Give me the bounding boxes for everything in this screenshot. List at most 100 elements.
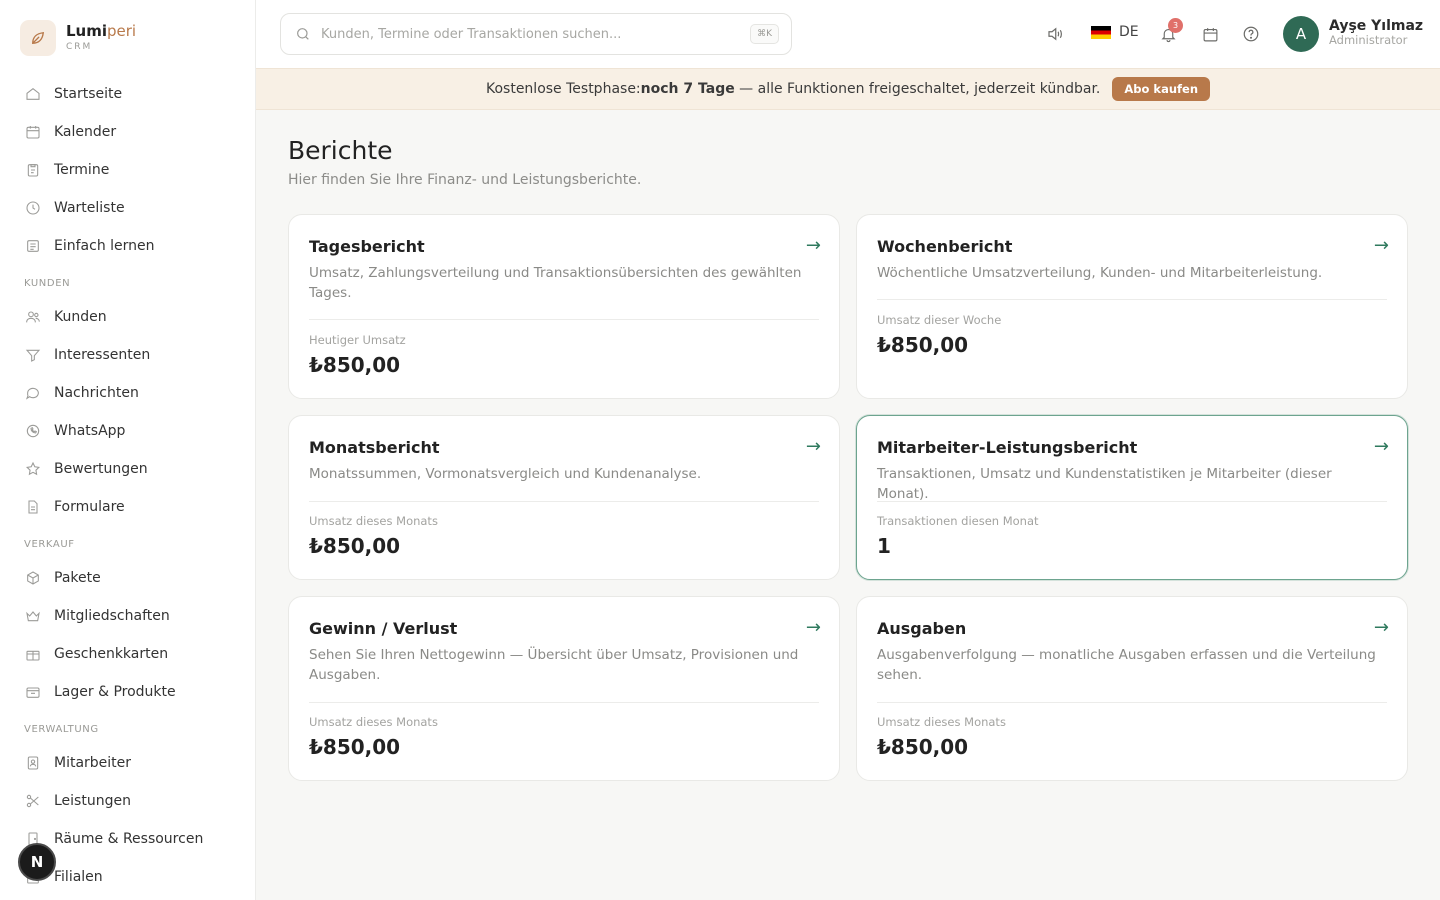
card-divider xyxy=(877,501,1387,502)
sidebar-item-bewertungen[interactable]: Bewertungen xyxy=(0,450,255,488)
card-metric-label: Umsatz dieser Woche xyxy=(877,313,1002,327)
sidebar: Lumiperi CRM Startseite Kalender Termine… xyxy=(0,0,256,900)
topbar: ⌘K DE 3 A Ayşe Yılmaz Administrator xyxy=(256,0,1440,68)
sidebar-item-label: Warteliste xyxy=(54,200,125,216)
card-metric-label: Umsatz dieses Monats xyxy=(877,715,1006,729)
card-title: Ausgaben xyxy=(877,619,967,638)
sidebar-item-label: Mitarbeiter xyxy=(54,755,132,771)
card-description: Ausgabenverfolgung — monatliche Ausgaben… xyxy=(877,647,1376,683)
sidebar-item-warteliste[interactable]: Warteliste xyxy=(0,189,255,227)
card-metric-value: ₺850,00 xyxy=(877,735,969,759)
card-description: Sehen Sie Ihren Nettogewinn — Übersicht … xyxy=(309,647,799,683)
sidebar-item-einfach-lernen[interactable]: Einfach lernen xyxy=(0,227,255,265)
report-card-gewinn-verlust[interactable]: Gewinn / Verlust → Sehen Sie Ihren Netto… xyxy=(288,596,840,781)
report-card-tagesbericht[interactable]: Tagesbericht → Umsatz, Zahlungsverteilun… xyxy=(288,214,840,399)
sidebar-item-pakete[interactable]: Pakete xyxy=(0,559,255,597)
calendar-icon xyxy=(24,123,42,141)
crown-icon xyxy=(24,607,42,625)
sidebar-item-formulare[interactable]: Formulare xyxy=(0,488,255,526)
filter-icon xyxy=(24,346,42,364)
help-icon[interactable] xyxy=(1241,24,1261,44)
sidebar-item-label: Termine xyxy=(54,162,110,178)
brand[interactable]: Lumiperi CRM xyxy=(20,20,136,56)
card-divider xyxy=(877,702,1387,703)
banner-prefix: Kostenlose Testphase: xyxy=(485,81,641,97)
card-metric-label: Transaktionen diesen Monat xyxy=(877,514,1039,528)
card-description: Wöchentliche Umsatzverteilung, Kunden- u… xyxy=(877,265,1323,281)
floating-n-button[interactable]: N xyxy=(18,843,56,881)
sidebar-item-label: Interessenten xyxy=(54,347,151,363)
sidebar-item-kunden[interactable]: Kunden xyxy=(0,298,255,336)
sidebar-item-mitarbeiter[interactable]: Mitarbeiter xyxy=(0,744,255,782)
sidebar-item-termine[interactable]: Termine xyxy=(0,151,255,189)
scissors-icon xyxy=(24,792,42,810)
sidebar-item-leistungen[interactable]: Leistungen xyxy=(0,782,255,820)
card-metric-label: Umsatz dieses Monats xyxy=(309,514,438,528)
report-card-mitarbeiter-leistungsbericht[interactable]: Mitarbeiter-Leistungsbericht → Transakti… xyxy=(856,415,1408,580)
package-icon xyxy=(24,569,42,587)
sidebar-item-label: Mitgliedschaften xyxy=(54,608,170,624)
sidebar-item-startseite[interactable]: Startseite xyxy=(0,75,255,113)
avatar[interactable]: A xyxy=(1283,16,1319,52)
speaker-icon[interactable] xyxy=(1045,24,1065,44)
card-metric-value: ₺850,00 xyxy=(309,353,401,377)
users-icon xyxy=(24,308,42,326)
report-card-monatsbericht[interactable]: Monatsbericht → Monatssummen, Vormonatsv… xyxy=(288,415,840,580)
search-box[interactable]: ⌘K xyxy=(280,13,792,55)
sidebar-item-geschenkkarten[interactable]: Geschenkkarten xyxy=(0,635,255,673)
sidebar-item-lager-produkte[interactable]: Lager & Produkte xyxy=(0,673,255,711)
section-verwaltung: VERWALTUNG xyxy=(24,724,99,735)
card-description: Umsatz, Zahlungsverteilung und Transakti… xyxy=(309,265,802,301)
banner-highlight: noch 7 Tage xyxy=(640,81,735,97)
buy-subscription-button[interactable]: Abo kaufen xyxy=(1112,77,1211,101)
sidebar-item-label: Nachrichten xyxy=(54,385,139,401)
calendar-icon[interactable] xyxy=(1200,24,1220,44)
sidebar-item-label: Startseite xyxy=(54,86,123,102)
sidebar-item-label: WhatsApp xyxy=(54,423,126,439)
card-title: Gewinn / Verlust xyxy=(309,619,458,638)
search-shortcut: ⌘K xyxy=(750,24,779,44)
clipboard-icon xyxy=(24,161,42,179)
page-title: Berichte xyxy=(288,136,393,165)
card-title: Tagesbericht xyxy=(309,237,425,256)
card-description: Monatssummen, Vormonatsvergleich und Kun… xyxy=(309,466,702,482)
notification-count: 3 xyxy=(1168,18,1183,33)
card-metric-value: ₺850,00 xyxy=(309,534,401,558)
banner-suffix: — alle Funktionen freigeschaltet, jederz… xyxy=(734,81,1101,97)
sidebar-item-label: Kalender xyxy=(54,124,117,140)
user-role: Administrator xyxy=(1329,33,1408,48)
search-icon xyxy=(295,26,311,42)
card-metric-value: 1 xyxy=(877,534,891,558)
page-subtitle: Hier finden Sie Ihre Finanz- und Leistun… xyxy=(288,172,642,188)
book-icon xyxy=(24,237,42,255)
report-card-wochenbericht[interactable]: Wochenbericht → Wöchentliche Umsatzverte… xyxy=(856,214,1408,399)
chat-icon xyxy=(24,384,42,402)
sidebar-item-interessenten[interactable]: Interessenten xyxy=(0,336,255,374)
user-info[interactable]: Ayşe Yılmaz Administrator xyxy=(1329,18,1423,47)
language-switcher[interactable]: DE xyxy=(1091,24,1139,40)
user-name: Ayşe Yılmaz xyxy=(1329,18,1424,34)
card-metric-value: ₺850,00 xyxy=(309,735,401,759)
report-card-ausgaben[interactable]: Ausgaben → Ausgabenverfolgung — monatlic… xyxy=(856,596,1408,781)
sidebar-item-mitgliedschaften[interactable]: Mitgliedschaften xyxy=(0,597,255,635)
card-title: Monatsbericht xyxy=(309,438,440,457)
arrow-right-icon: → xyxy=(805,617,821,638)
arrow-right-icon: → xyxy=(1373,436,1389,457)
search-input[interactable] xyxy=(321,26,741,42)
card-divider xyxy=(309,501,819,502)
gift-icon xyxy=(24,645,42,663)
brand-name: Lumiperi xyxy=(66,22,137,40)
sidebar-nav: Startseite Kalender Termine Warteliste E… xyxy=(0,75,255,896)
sidebar-item-label: Pakete xyxy=(54,570,101,586)
card-divider xyxy=(309,319,819,320)
card-divider xyxy=(877,299,1387,300)
card-description: Transaktionen, Umsatz und Kundenstatisti… xyxy=(877,466,1332,502)
sidebar-item-whatsapp[interactable]: WhatsApp xyxy=(0,412,255,450)
card-metric-label: Umsatz dieses Monats xyxy=(309,715,438,729)
trial-banner: Kostenlose Testphase: noch 7 Tage — alle… xyxy=(256,68,1440,110)
sidebar-item-label: Filialen xyxy=(54,869,103,885)
bell-icon[interactable]: 3 xyxy=(1158,18,1183,44)
sidebar-item-nachrichten[interactable]: Nachrichten xyxy=(0,374,255,412)
document-icon xyxy=(24,498,42,516)
sidebar-item-kalender[interactable]: Kalender xyxy=(0,113,255,151)
